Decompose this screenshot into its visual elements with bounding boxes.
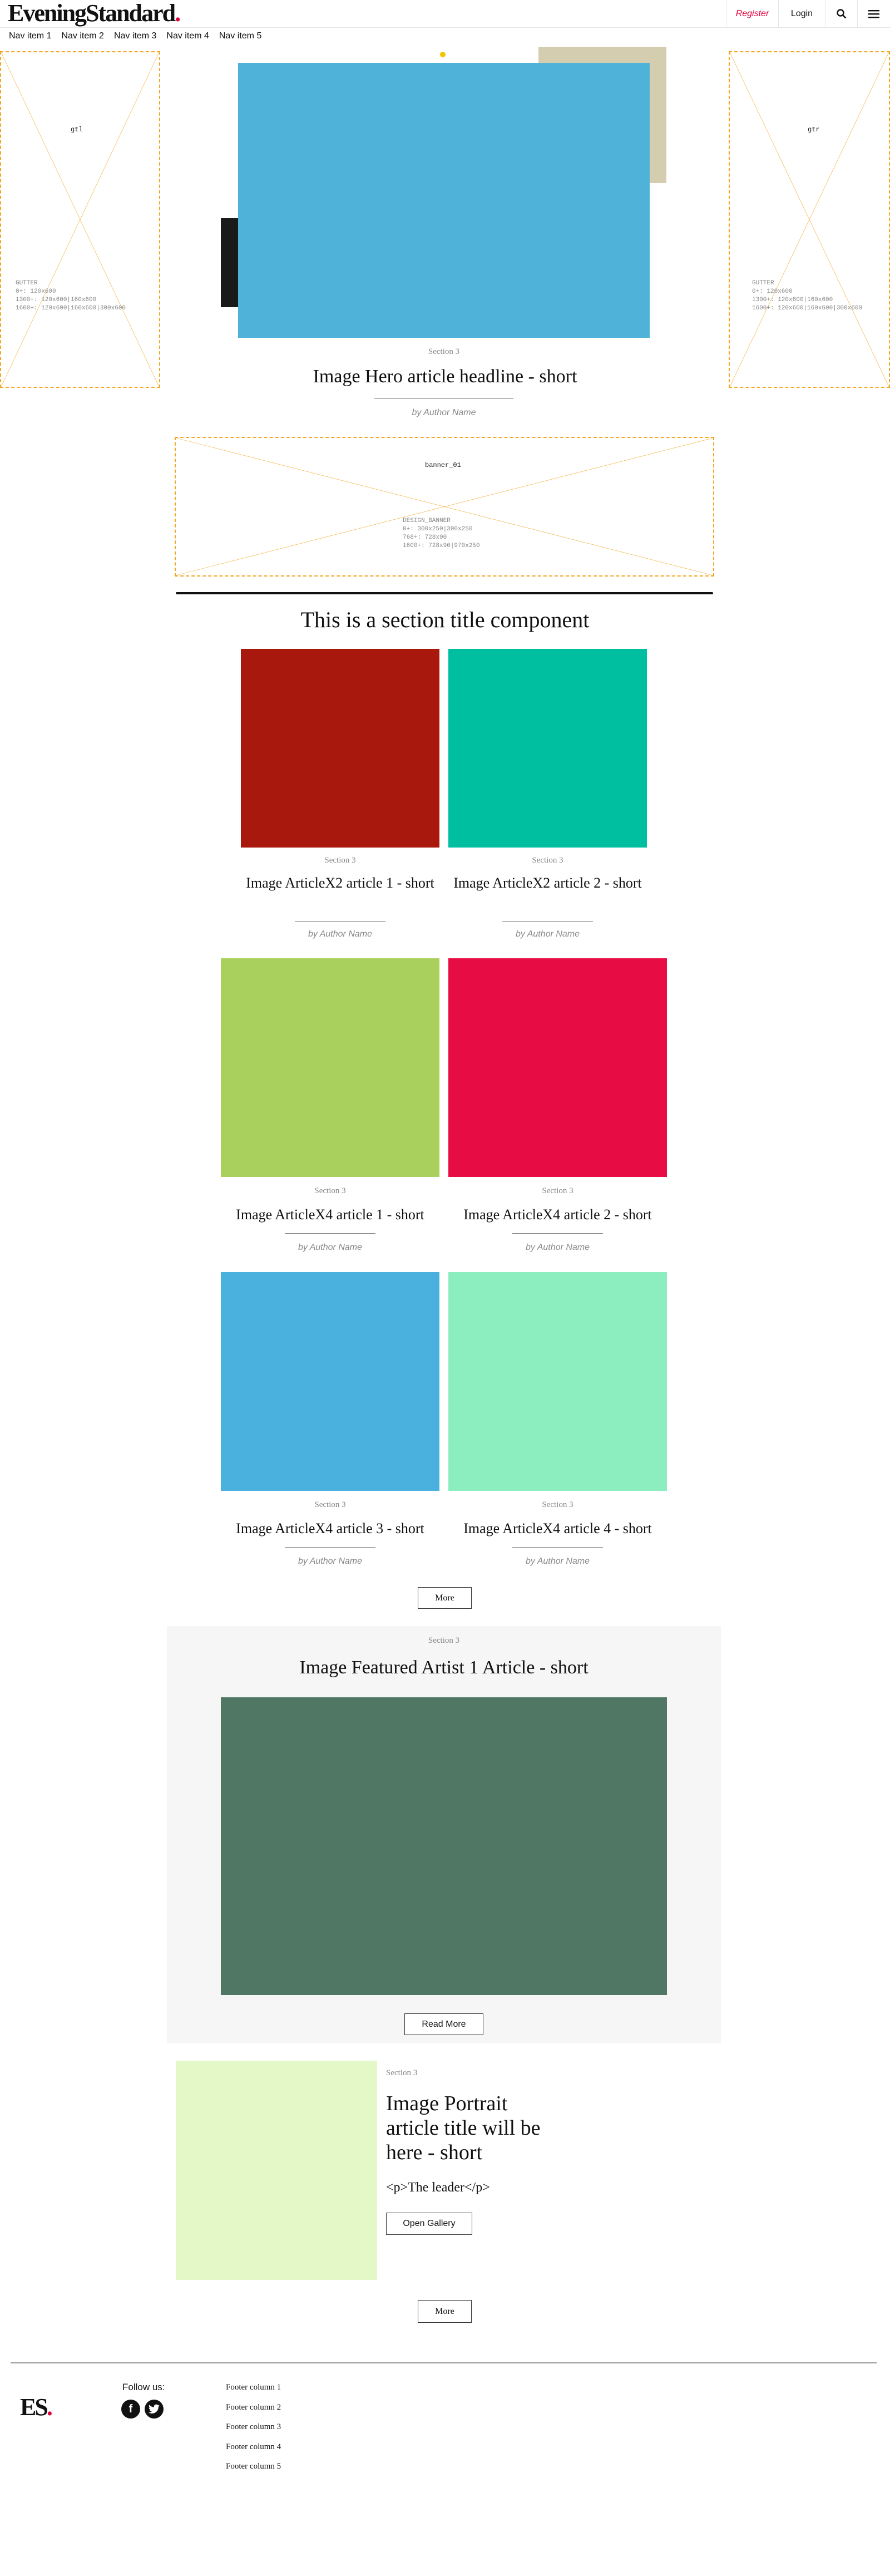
article-x4-2-author[interactable]: by Author Name xyxy=(448,1243,667,1253)
nav-item-3[interactable]: Nav item 3 xyxy=(114,31,156,41)
login-link[interactable]: Login xyxy=(778,0,825,28)
hero-section-label[interactable]: Section 3 xyxy=(238,347,650,357)
logo-text: EveningStandard xyxy=(8,0,176,27)
footer-column-4[interactable]: Footer column 4 xyxy=(226,2442,281,2452)
hero-divider xyxy=(374,398,513,399)
banner-ad: banner_01 DESIGN_BANNER 0+: 300x250|300x2… xyxy=(175,437,714,577)
menu-button[interactable] xyxy=(857,0,890,28)
article-x2-1-author[interactable]: by Author Name xyxy=(241,929,439,939)
more-button[interactable]: More xyxy=(418,1587,472,1609)
nav-item-4[interactable]: Nav item 4 xyxy=(166,31,209,41)
article-x4-1-author[interactable]: by Author Name xyxy=(221,1243,439,1253)
portrait-image[interactable] xyxy=(176,2061,377,2280)
featured-image[interactable] xyxy=(221,1697,667,1995)
nav-item-2[interactable]: Nav item 2 xyxy=(61,31,103,41)
article-divider xyxy=(285,1547,375,1548)
article-divider xyxy=(285,1233,375,1234)
footer-logo[interactable]: ES. xyxy=(20,2393,53,2421)
article-x4-4-section[interactable]: Section 3 xyxy=(448,1500,667,1510)
article-x4-1-section[interactable]: Section 3 xyxy=(221,1186,439,1196)
article-x4-3-image[interactable] xyxy=(221,1272,439,1491)
article-divider xyxy=(295,921,385,922)
article-x4-4-author[interactable]: by Author Name xyxy=(448,1557,667,1567)
site-logo[interactable]: EveningStandard. xyxy=(8,0,181,27)
article-divider xyxy=(512,1233,603,1234)
article-x4-3-section[interactable]: Section 3 xyxy=(221,1500,439,1510)
article-x2-2-title[interactable]: Image ArticleX2 article 2 - short xyxy=(448,874,647,893)
more-button[interactable]: More xyxy=(418,2300,472,2323)
article-x2-2-image[interactable] xyxy=(448,649,647,848)
footer-column-5[interactable]: Footer column 5 xyxy=(226,2462,281,2471)
article-x4-2-image[interactable] xyxy=(448,958,667,1177)
article-x2-1-section[interactable]: Section 3 xyxy=(241,856,439,865)
article-x4-2-section[interactable]: Section 3 xyxy=(448,1186,667,1196)
footer-logo-text: ES xyxy=(20,2393,48,2421)
section-title: This is a section title component xyxy=(300,607,590,632)
article-divider xyxy=(512,1547,603,1548)
placeholder-cross xyxy=(176,438,713,575)
article-x2-2-author[interactable]: by Author Name xyxy=(448,929,647,939)
site-header: EveningStandard. Register Login xyxy=(0,0,890,28)
article-x4-4-image[interactable] xyxy=(448,1272,667,1491)
portrait-title[interactable]: Image Portrait article title will be her… xyxy=(386,2091,553,2165)
section-divider xyxy=(176,592,713,594)
article-x2-2-section[interactable]: Section 3 xyxy=(448,856,647,865)
follow-label: Follow us: xyxy=(122,2382,165,2392)
footer-column-1[interactable]: Footer column 1 xyxy=(226,2383,281,2392)
featured-section-label[interactable]: Section 3 xyxy=(167,1636,721,1646)
portrait-section-label[interactable]: Section 3 xyxy=(386,2068,417,2078)
facebook-icon[interactable]: f xyxy=(121,2400,140,2419)
hero-headline[interactable]: Image Hero article headline - short xyxy=(222,366,668,387)
article-x2-1-title[interactable]: Image ArticleX2 article 1 - short xyxy=(241,874,439,893)
hero-dot-icon xyxy=(440,52,446,57)
search-button[interactable] xyxy=(825,0,857,28)
article-divider xyxy=(502,921,593,922)
article-x2-1-image[interactable] xyxy=(241,649,439,848)
twitter-icon[interactable] xyxy=(145,2400,164,2419)
open-gallery-button[interactable]: Open Gallery xyxy=(386,2213,472,2235)
hero-image-accent xyxy=(221,218,240,307)
placeholder-cross xyxy=(730,52,889,387)
footer-column-3[interactable]: Footer column 3 xyxy=(226,2422,281,2432)
gutter-ad-info: GUTTER 0+: 120x600 1300+: 120x600|160x600 1… xyxy=(16,280,126,312)
article-x4-1-image[interactable] xyxy=(221,958,439,1177)
footer-logo-dot: . xyxy=(46,2393,53,2421)
article-x4-2-title[interactable]: Image ArticleX4 article 2 - short xyxy=(443,1206,673,1223)
nav-item-1[interactable]: Nav item 1 xyxy=(9,31,51,41)
banner-ad-title: banner_01 xyxy=(425,461,461,469)
gutter-ad-info: GUTTER 0+: 120x600 1300+: 120x600|160x600 1… xyxy=(752,280,863,312)
gutter-ad-title: gtl xyxy=(71,126,83,134)
footer-column-2[interactable]: Footer column 2 xyxy=(226,2403,281,2412)
gutter-ad-title: gtr xyxy=(808,126,820,134)
hero-author[interactable]: by Author Name xyxy=(238,408,650,418)
article-x4-4-title[interactable]: Image ArticleX4 article 4 - short xyxy=(443,1520,673,1537)
gutter-ad-right: gtr GUTTER 0+: 120x600 1300+: 120x600|160x… xyxy=(729,51,890,388)
portrait-leader: <p>The leader</p> xyxy=(386,2180,490,2195)
placeholder-cross xyxy=(1,52,159,387)
register-link[interactable]: Register xyxy=(726,0,778,28)
main-nav: Nav item 1 Nav item 2 Nav item 3 Nav ite… xyxy=(9,31,261,41)
footer-divider xyxy=(11,2362,877,2363)
logo-dot: . xyxy=(175,0,181,27)
featured-title[interactable]: Image Featured Artist 1 Article - short xyxy=(167,1657,721,1678)
search-icon xyxy=(836,9,846,19)
article-x4-1-title[interactable]: Image ArticleX4 article 1 - short xyxy=(215,1206,445,1223)
hamburger-menu-icon xyxy=(868,10,879,18)
hero-image[interactable] xyxy=(238,63,650,338)
read-more-button[interactable]: Read More xyxy=(404,2013,483,2035)
banner-ad-info: DESIGN_BANNER 0+: 300x250|300x250 768+: 72… xyxy=(403,518,480,549)
gutter-ad-left: gtl GUTTER 0+: 120x600 1300+: 120x600|160x… xyxy=(0,51,160,388)
nav-item-5[interactable]: Nav item 5 xyxy=(219,31,261,41)
article-x4-3-author[interactable]: by Author Name xyxy=(221,1557,439,1567)
article-x4-3-title[interactable]: Image ArticleX4 article 3 - short xyxy=(215,1520,445,1537)
